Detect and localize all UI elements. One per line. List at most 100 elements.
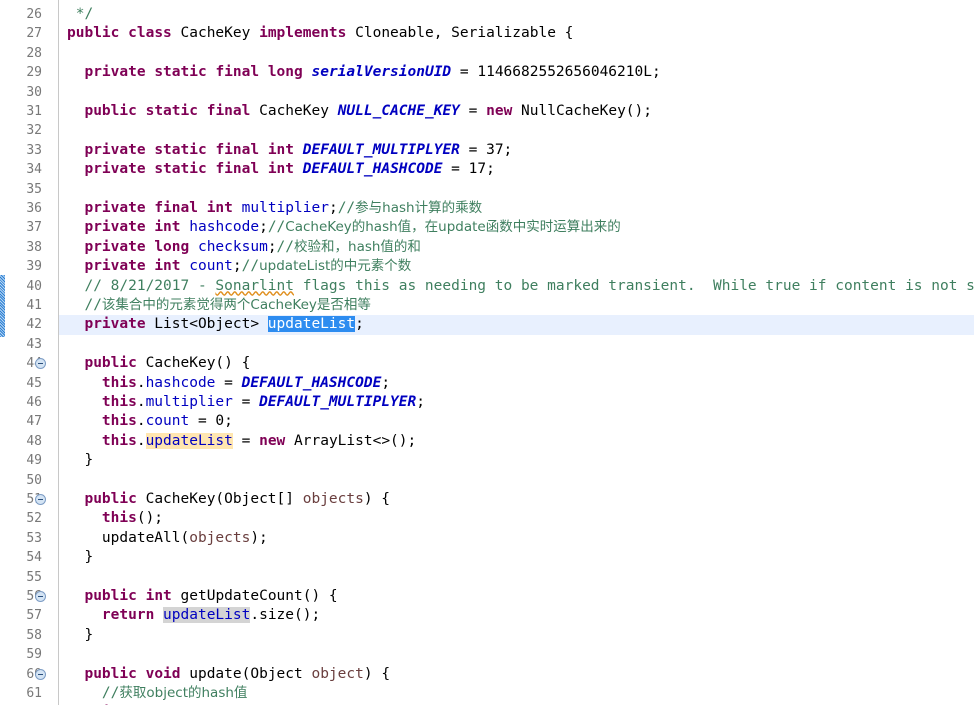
code-token: final <box>206 103 251 119</box>
code-token: ; <box>416 394 425 410</box>
code-line[interactable]: //该集合中的元素觉得两个CacheKey是否相等 <box>59 296 974 315</box>
code-line-text: updateAll(objects); <box>59 529 268 548</box>
code-content-area[interactable]: */ public class CacheKey implements Clone… <box>59 0 974 705</box>
code-token: CacheKey <box>250 103 338 119</box>
code-line[interactable]: updateAll(objects); <box>59 529 974 548</box>
code-line[interactable]: } <box>59 451 974 470</box>
code-line[interactable]: } <box>59 548 974 567</box>
code-line[interactable] <box>59 180 974 199</box>
code-line[interactable] <box>59 83 974 102</box>
code-line[interactable]: //获取object的hash值 <box>59 684 974 703</box>
code-token: new <box>259 432 286 449</box>
code-token: ; <box>267 238 277 255</box>
occurrence-highlight-token: updateList <box>163 607 251 624</box>
code-line[interactable]: public class CacheKey implements Cloneab… <box>59 24 974 43</box>
code-line[interactable]: public static final CacheKey NULL_CACHE_… <box>59 102 974 121</box>
code-token: } <box>67 452 94 469</box>
code-line-text: private int count;//updateList的中元素个数 <box>59 257 411 276</box>
code-token: ; <box>328 200 338 216</box>
code-token: ; <box>381 374 391 391</box>
code-token: Cloneable, Serializable { <box>346 25 574 42</box>
code-line[interactable]: private int hashcode;//CacheKey的hash值，在u… <box>59 218 974 237</box>
code-token: this <box>101 394 137 410</box>
code-line[interactable]: private long checksum;//校验和，hash值的和 <box>59 238 974 257</box>
code-line[interactable]: // 8/21/2017 - Sonarlint flags this as n… <box>59 277 974 296</box>
fold-collapse-icon[interactable] <box>35 494 46 505</box>
code-line[interactable] <box>59 568 974 587</box>
line-number: 29 <box>26 65 42 81</box>
code-line[interactable]: private final int multiplier;//参与hash计算的… <box>59 199 974 218</box>
code-line[interactable]: this.count = 0; <box>59 412 974 431</box>
line-number: 52 <box>26 511 42 527</box>
code-line[interactable]: } <box>59 626 974 645</box>
code-token: DEFAULT_HASHCODE <box>241 374 382 391</box>
code-token: this <box>101 374 137 391</box>
code-line[interactable]: this.updateList = new ArrayList<>(); <box>59 432 974 451</box>
code-editor[interactable]: 2627282930313233343536373839404142434445… <box>0 0 974 705</box>
code-line[interactable]: this.hashcode = DEFAULT_HASHCODE; <box>59 374 974 393</box>
code-line[interactable] <box>59 44 974 63</box>
line-number: 40 <box>26 278 42 294</box>
fold-collapse-icon[interactable] <box>35 358 46 370</box>
code-token: long <box>267 64 303 81</box>
code-token: ) { <box>363 665 391 682</box>
code-token: = 17; <box>442 161 495 178</box>
code-line[interactable]: */ <box>59 5 974 24</box>
line-number: 46 <box>26 395 42 410</box>
fold-collapse-icon[interactable] <box>35 591 46 602</box>
code-token: public <box>84 665 137 682</box>
code-line[interactable]: public int getUpdateCount() { <box>59 587 974 606</box>
code-line[interactable] <box>59 335 974 354</box>
code-token: ); <box>250 529 268 546</box>
code-token: // <box>67 297 102 313</box>
line-number: 48 <box>26 433 42 449</box>
code-line[interactable]: public CacheKey() { <box>59 354 974 373</box>
code-line[interactable] <box>59 645 974 664</box>
code-token: hashcode <box>145 374 216 391</box>
code-token: private <box>84 141 146 158</box>
code-token: static <box>154 64 207 81</box>
code-token: CacheKey() { <box>136 355 251 372</box>
fold-collapse-icon[interactable] <box>35 668 46 680</box>
code-token: List<Object> <box>145 316 268 333</box>
code-line[interactable]: private int count;//updateList的中元素个数 <box>59 257 974 276</box>
code-line[interactable] <box>59 121 974 140</box>
line-number: 30 <box>26 84 42 100</box>
code-line[interactable]: public CacheKey(Object[] objects) { <box>59 490 974 509</box>
code-line-text: this(); <box>59 509 163 528</box>
code-line-text: private List<Object> updateList; <box>59 315 364 334</box>
code-token: NULL_CACHE_KEY <box>337 103 460 119</box>
code-token: ; <box>232 258 242 275</box>
line-number-gutter[interactable]: 2627282930313233343536373839404142434445… <box>5 0 59 705</box>
code-token: int <box>267 141 295 158</box>
code-line[interactable]: private static final long serialVersionU… <box>59 63 974 82</box>
line-number: 50 <box>26 472 42 488</box>
code-line[interactable]: private static final int DEFAULT_MULTIPL… <box>59 141 974 160</box>
code-line-current[interactable]: private List<Object> updateList; <box>59 315 974 335</box>
code-line[interactable] <box>59 471 974 490</box>
code-line[interactable]: this.multiplier = DEFAULT_MULTIPLYER; <box>59 393 974 412</box>
code-line[interactable]: this(); <box>59 509 974 528</box>
code-token: private <box>84 316 146 333</box>
code-line[interactable]: return updateList.size(); <box>59 606 974 625</box>
code-line[interactable]: private static final int DEFAULT_HASHCOD… <box>59 160 974 179</box>
code-token: public <box>84 588 137 604</box>
code-token: . <box>136 413 146 430</box>
line-number: 34 <box>26 162 42 178</box>
code-line[interactable]: public void update(Object object) { <box>59 665 974 684</box>
